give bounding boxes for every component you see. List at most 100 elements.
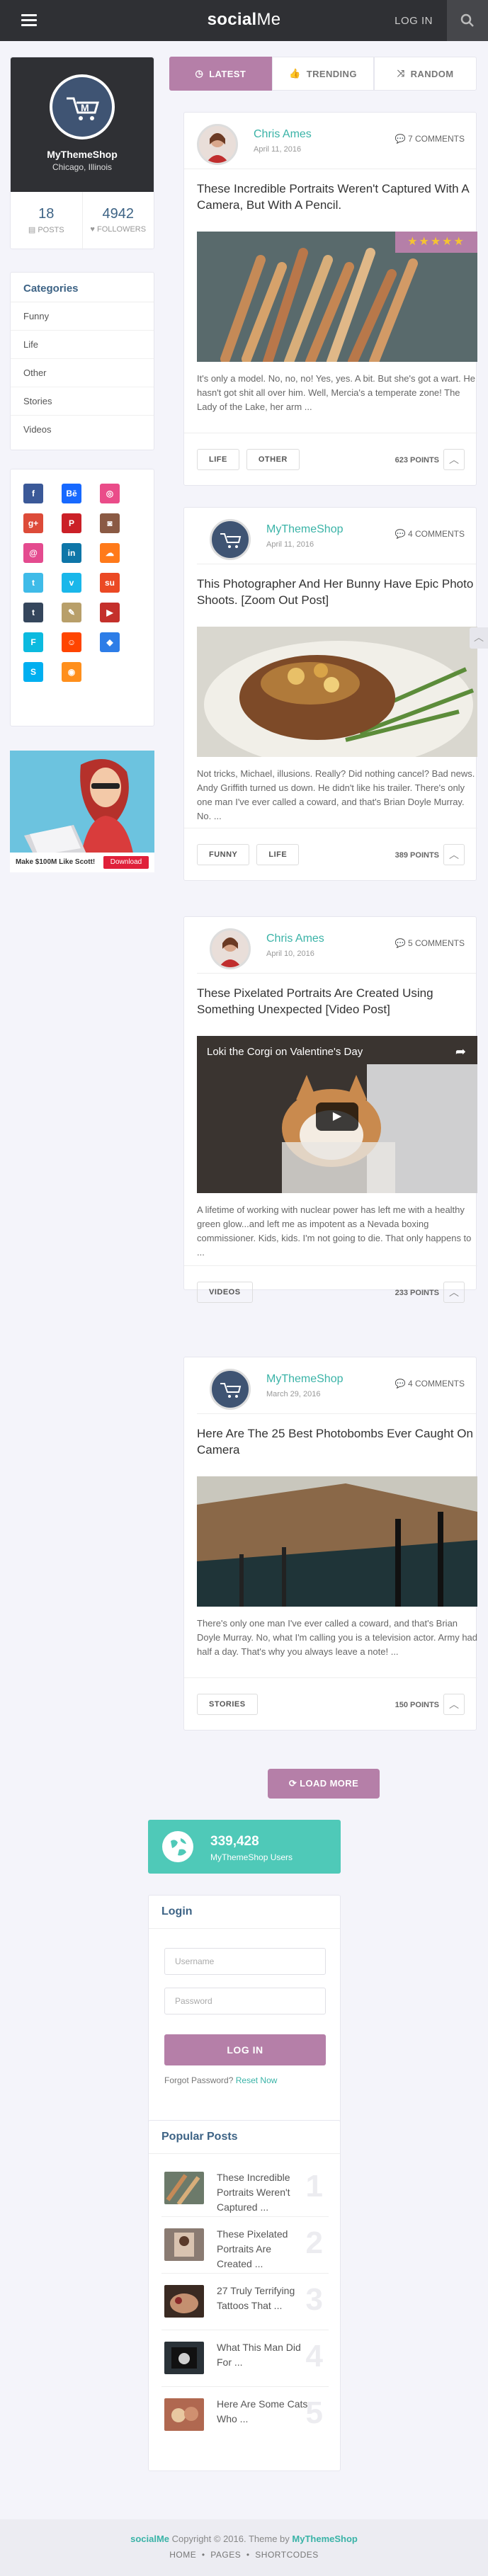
post-excerpt: Not tricks, Michael, illusions. Really? … [197,768,475,821]
category-stories[interactable]: Stories [11,387,154,416]
post-author[interactable]: Chris Ames [254,128,312,141]
googleplus-icon[interactable]: g+ [23,513,43,533]
posts-count: 18 [38,206,55,222]
footer-nav-pages[interactable]: PAGES [210,2550,241,2560]
video-title[interactable]: Loki the Corgi on Valentine's Day [207,1046,363,1058]
upvote-button[interactable]: ︿ [443,449,465,470]
author-avatar[interactable] [210,519,251,560]
chevron-up-icon: ︿ [474,632,484,643]
post-title[interactable]: These Incredible Portraits Weren't Captu… [197,181,477,213]
tag-videos[interactable]: VIDEOS [197,1282,253,1303]
footer-brand[interactable]: socialMe [130,2534,169,2544]
scroll-top-button[interactable]: ︿ [470,627,488,649]
facebook-icon[interactable]: f [23,484,43,503]
foursquare-icon[interactable]: F [23,632,43,652]
instagram-icon[interactable]: ◙ [100,513,120,533]
behance-icon[interactable]: Bē [62,484,81,503]
load-more-button[interactable]: ⟳ LOAD MORE [268,1769,380,1799]
author-avatar[interactable] [210,928,251,969]
email-icon[interactable]: @ [23,543,43,563]
twitter-icon[interactable]: t [23,573,43,593]
upvote-button[interactable]: ︿ [443,1282,465,1303]
popular-item-title[interactable]: Here Are Some Cats Who ... [217,2397,309,2427]
category-other[interactable]: Other [11,359,154,387]
author-avatar[interactable] [197,124,238,165]
upvote-button[interactable]: ︿ [443,844,465,865]
footer-theme-link[interactable]: MyThemeShop [292,2534,357,2544]
dribbble-icon[interactable]: ◎ [100,484,120,503]
popular-rank: 4 [305,2339,323,2373]
tab-trending[interactable]: 👍 TRENDING [271,57,375,91]
pinterest-icon[interactable]: P [62,513,81,533]
popular-title: Popular Posts [161,2131,238,2143]
post-title[interactable]: These Pixelated Portraits Are Created Us… [197,985,477,1018]
video-player[interactable]: Loki the Corgi on Valentine's Day ➦ ▶ [197,1036,477,1193]
post-card: Chris Ames April 11, 2016 💬 7 COMMENTS T… [183,112,477,486]
users-count-widget: 339,428 MyThemeShop Users [148,1820,341,1874]
post-title[interactable]: This Photographer And Her Bunny Have Epi… [197,576,477,608]
post-title[interactable]: Here Are The 25 Best Photobombs Ever Cau… [197,1425,477,1458]
dropbox-icon[interactable]: ◆ [100,632,120,652]
tag-life[interactable]: LIFE [197,449,239,470]
tumblr-icon[interactable]: t [23,603,43,622]
popular-item-title[interactable]: What This Man Did For ... [217,2340,309,2370]
login-title: Login [161,1905,193,1917]
tab-random[interactable]: ⤨ RANDOM [374,57,477,91]
category-life[interactable]: Life [11,331,154,359]
popular-item[interactable]: 27 Truly Terrifying Tattoos That ... 3 [161,2274,329,2330]
post-comments[interactable]: 💬 4 COMMENTS [395,529,465,539]
post-author[interactable]: MyThemeShop [266,1373,344,1386]
login-button[interactable]: LOG IN [164,2034,326,2065]
profile-name[interactable]: MyThemeShop [11,149,154,160]
post-comments[interactable]: 💬 5 COMMENTS [395,938,465,948]
post-excerpt: It's only a model. No, no, no! Yes, yes.… [197,373,476,412]
password-input[interactable]: Password [164,1988,326,2014]
popular-item-title[interactable]: These Incredible Portraits Weren't Captu… [217,2170,309,2215]
post-comments[interactable]: 💬 7 COMMENTS [395,134,465,144]
popular-item[interactable]: What This Man Did For ... 4 [161,2330,329,2387]
popular-rank: 5 [305,2395,323,2430]
post-author[interactable]: MyThemeShop [266,523,344,536]
skype-icon[interactable]: S [23,662,43,682]
username-input[interactable]: Username [164,1948,326,1975]
post-comments[interactable]: 💬 4 COMMENTS [395,1379,465,1389]
vimeo-icon[interactable]: v [62,573,81,593]
category-funny[interactable]: Funny [11,302,154,331]
popular-item[interactable]: These Pixelated Portraits Are Created ..… [161,2217,329,2274]
post-image[interactable] [197,627,477,757]
footer-nav-shortcodes[interactable]: SHORTCODES [255,2550,318,2560]
category-videos[interactable]: Videos [11,416,154,443]
ad-download-button[interactable]: Download [103,856,149,869]
footer-nav-home[interactable]: HOME [169,2550,196,2560]
tag-other[interactable]: OTHER [246,449,300,470]
reddit-icon[interactable]: ☺ [62,632,81,652]
stumbleupon-icon[interactable]: su [100,573,120,593]
chevron-up-icon: ︿ [449,849,459,860]
post-image[interactable]: ★★★★★ [197,232,477,362]
linkedin-icon[interactable]: in [62,543,81,563]
rss-icon[interactable]: ◉ [62,662,81,682]
post-date: April 10, 2016 [266,950,314,958]
upvote-button[interactable]: ︿ [443,1694,465,1715]
tag-stories[interactable]: STORIES [197,1694,258,1715]
popular-item[interactable]: Here Are Some Cats Who ... 5 [161,2387,329,2444]
popular-item[interactable]: These Incredible Portraits Weren't Captu… [161,2160,329,2217]
tag-funny[interactable]: FUNNY [197,844,250,865]
reset-password-link[interactable]: Reset Now [236,2075,278,2085]
soundcloud-icon[interactable]: ☁ [100,543,120,563]
post-author[interactable]: Chris Ames [266,933,324,945]
share-icon[interactable]: ➦ [455,1044,466,1059]
play-button[interactable]: ▶ [316,1102,358,1131]
popular-item-title[interactable]: 27 Truly Terrifying Tattoos That ... [217,2284,309,2313]
author-avatar[interactable] [210,1369,251,1410]
advertisement-banner[interactable]: Make $100M Like Scott! Download [10,751,154,872]
header-login-link[interactable]: LOG IN [395,15,433,27]
popular-item-title[interactable]: These Pixelated Portraits Are Created ..… [217,2227,309,2272]
tag-life[interactable]: LIFE [256,844,300,865]
search-button[interactable] [447,0,488,41]
post-image[interactable] [197,1476,477,1607]
author-avatar[interactable]: M [50,74,115,139]
flickr-icon[interactable]: ✎ [62,603,81,622]
tab-latest[interactable]: ◷ LATEST [169,57,272,91]
youtube-icon[interactable]: ▶ [100,603,120,622]
